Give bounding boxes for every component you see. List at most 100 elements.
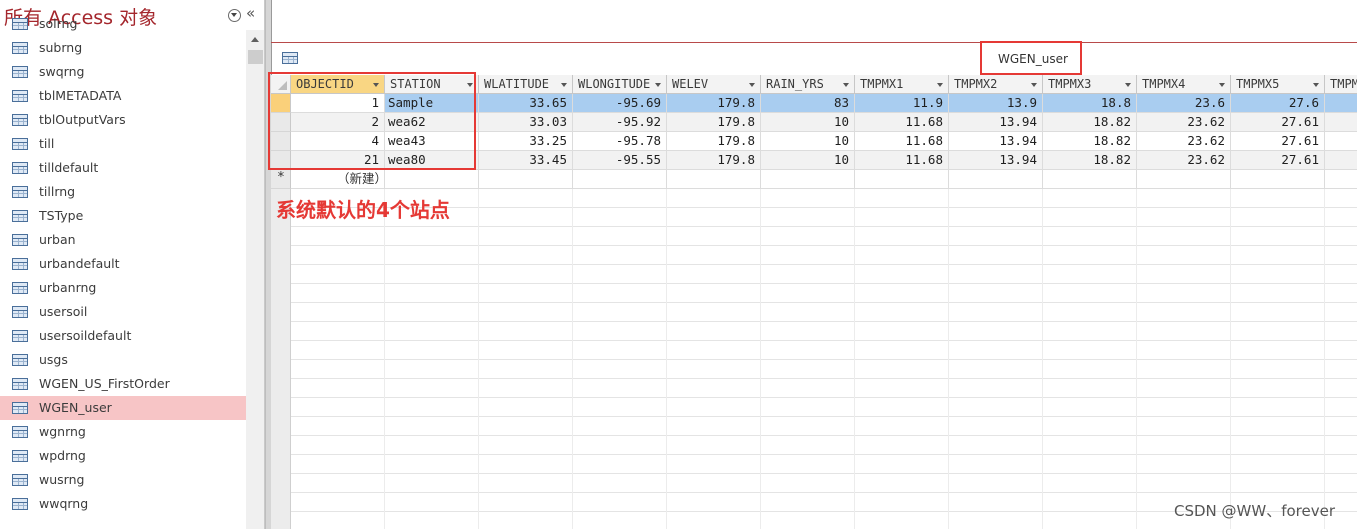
nav-item[interactable]: tblOutputVars — [0, 108, 246, 132]
table-cell[interactable]: 11.9 — [855, 94, 949, 113]
table-cell[interactable] — [761, 170, 855, 189]
nav-item[interactable]: subrng — [0, 36, 246, 60]
table-cell[interactable]: 18.82 — [1043, 151, 1137, 170]
table-cell[interactable]: -95.69 — [573, 94, 667, 113]
nav-item[interactable]: usersoildefault — [0, 324, 246, 348]
table-cell[interactable] — [573, 170, 667, 189]
table-cell[interactable] — [1325, 151, 1357, 170]
nav-item[interactable]: wusrng — [0, 468, 246, 492]
nav-item[interactable]: TSType — [0, 204, 246, 228]
table-cell[interactable]: -95.55 — [573, 151, 667, 170]
column-header[interactable]: WLONGITUDE — [573, 75, 667, 94]
sort-filter-arrow-icon[interactable] — [1219, 83, 1225, 87]
sort-filter-arrow-icon[interactable] — [1125, 83, 1131, 87]
table-cell[interactable]: 10 — [761, 151, 855, 170]
table-cell[interactable]: 10 — [761, 132, 855, 151]
table-cell[interactable]: 179.8 — [667, 132, 761, 151]
table-cell[interactable]: 18.82 — [1043, 113, 1137, 132]
table-cell[interactable]: 27.6 — [1231, 94, 1325, 113]
table-cell[interactable]: 18.82 — [1043, 132, 1137, 151]
nav-item[interactable]: wgnrng — [0, 420, 246, 444]
table-icon — [12, 330, 28, 342]
table-cell[interactable]: 18.8 — [1043, 94, 1137, 113]
table-cell[interactable]: （新建） — [291, 170, 385, 189]
nav-item[interactable]: wwqrng — [0, 492, 246, 516]
nav-item[interactable]: WGEN_US_FirstOrder — [0, 372, 246, 396]
table-cell[interactable]: 179.8 — [667, 94, 761, 113]
nav-item[interactable]: solrng — [0, 12, 246, 36]
table-cell[interactable] — [479, 170, 573, 189]
scrollbar-thumb[interactable] — [248, 50, 263, 64]
column-header[interactable]: WELEV — [667, 75, 761, 94]
sort-filter-arrow-icon[interactable] — [749, 83, 755, 87]
column-header[interactable]: TMPMX2 — [949, 75, 1043, 94]
table-cell[interactable]: 11.68 — [855, 113, 949, 132]
column-header[interactable]: TMPMX4 — [1137, 75, 1231, 94]
nav-scrollbar[interactable] — [246, 30, 264, 529]
nav-item[interactable]: WGEN_user — [0, 396, 246, 420]
table-cell[interactable]: 13.94 — [949, 113, 1043, 132]
nav-item[interactable]: till — [0, 132, 246, 156]
table-cell[interactable] — [1325, 113, 1357, 132]
sort-filter-arrow-icon[interactable] — [937, 83, 943, 87]
table-cell[interactable] — [1325, 132, 1357, 151]
table-cell[interactable]: 33.03 — [479, 113, 573, 132]
table-cell[interactable] — [1325, 94, 1357, 113]
column-header[interactable]: TMPMX1 — [855, 75, 949, 94]
table-cell[interactable]: 27.61 — [1231, 132, 1325, 151]
column-header[interactable]: TMPMX6 — [1325, 75, 1357, 94]
collapse-pane-icon[interactable]: « — [246, 6, 255, 21]
table-cell[interactable]: -95.92 — [573, 113, 667, 132]
table-cell[interactable]: 13.9 — [949, 94, 1043, 113]
table-cell[interactable]: 11.68 — [855, 132, 949, 151]
table-cell[interactable]: 83 — [761, 94, 855, 113]
table-cell[interactable]: 179.8 — [667, 151, 761, 170]
column-header[interactable]: TMPMX5 — [1231, 75, 1325, 94]
nav-item[interactable]: usersoil — [0, 300, 246, 324]
table-cell[interactable]: 10 — [761, 113, 855, 132]
sort-filter-arrow-icon[interactable] — [843, 83, 849, 87]
nav-item[interactable]: usgs — [0, 348, 246, 372]
record-selector[interactable]: * — [271, 170, 291, 189]
nav-item[interactable]: swqrng — [0, 60, 246, 84]
table-cell[interactable]: 13.94 — [949, 151, 1043, 170]
table-cell[interactable] — [1043, 170, 1137, 189]
nav-item[interactable]: tblMETADATA — [0, 84, 246, 108]
column-header[interactable]: TMPMX3 — [1043, 75, 1137, 94]
table-cell[interactable]: -95.78 — [573, 132, 667, 151]
nav-item[interactable]: tilldefault — [0, 156, 246, 180]
table-cell[interactable] — [667, 170, 761, 189]
table-cell[interactable]: 33.65 — [479, 94, 573, 113]
nav-item[interactable]: wpdrng — [0, 444, 246, 468]
table-cell[interactable]: 23.62 — [1137, 151, 1231, 170]
table-cell[interactable]: 23.6 — [1137, 94, 1231, 113]
table-cell[interactable] — [1231, 170, 1325, 189]
table-cell[interactable]: 179.8 — [667, 113, 761, 132]
nav-item-label: tblOutputVars — [39, 112, 126, 127]
table-cell[interactable] — [949, 170, 1043, 189]
nav-item[interactable]: urbandefault — [0, 252, 246, 276]
table-cell[interactable]: 33.45 — [479, 151, 573, 170]
column-header[interactable]: WLATITUDE — [479, 75, 573, 94]
column-header[interactable]: RAIN_YRS — [761, 75, 855, 94]
nav-item[interactable]: urbanrng — [0, 276, 246, 300]
table-cell[interactable] — [385, 170, 479, 189]
table-cell[interactable]: 33.25 — [479, 132, 573, 151]
table-cell[interactable] — [1325, 170, 1357, 189]
nav-item[interactable]: tillrng — [0, 180, 246, 204]
nav-item-label: wwqrng — [39, 496, 89, 511]
nav-item[interactable]: urban — [0, 228, 246, 252]
table-cell[interactable]: 27.61 — [1231, 151, 1325, 170]
sort-filter-arrow-icon[interactable] — [655, 83, 661, 87]
sort-filter-arrow-icon[interactable] — [561, 83, 567, 87]
table-cell[interactable]: 27.61 — [1231, 113, 1325, 132]
scroll-up-arrow-icon[interactable] — [247, 32, 264, 48]
sort-filter-arrow-icon[interactable] — [1313, 83, 1319, 87]
table-cell[interactable] — [855, 170, 949, 189]
table-cell[interactable]: 11.68 — [855, 151, 949, 170]
table-cell[interactable]: 23.62 — [1137, 113, 1231, 132]
table-cell[interactable]: 23.62 — [1137, 132, 1231, 151]
table-cell[interactable] — [1137, 170, 1231, 189]
table-cell[interactable]: 13.94 — [949, 132, 1043, 151]
sort-filter-arrow-icon[interactable] — [1031, 83, 1037, 87]
